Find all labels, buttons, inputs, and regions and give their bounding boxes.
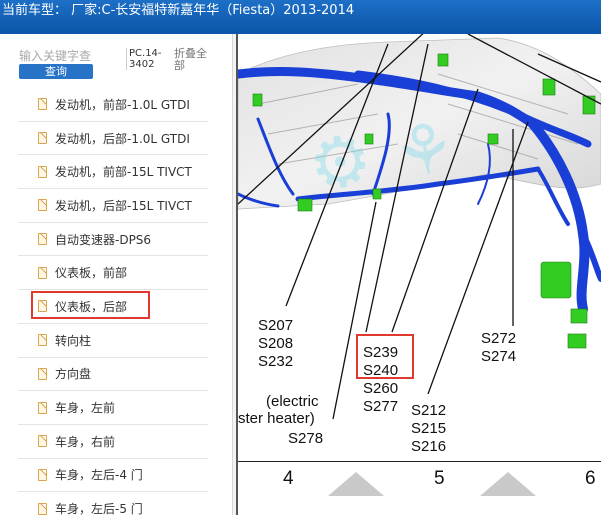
document-icon (38, 132, 47, 145)
tree-item[interactable]: 发动机，前部-15L TIVCT (18, 155, 208, 190)
tree-item[interactable]: 仪表板，前部 (18, 256, 208, 291)
zone-number: 6 (585, 468, 596, 489)
collapse-all-link[interactable]: 折叠全部 (174, 48, 214, 72)
tree-item[interactable]: 车身，右前 (18, 425, 208, 459)
callout-code: S278 (288, 430, 324, 447)
document-icon (38, 401, 47, 414)
search-button[interactable]: 查询 (19, 64, 93, 79)
tree-item-label: 车身，左后-5 门 (55, 502, 143, 515)
tree-item[interactable]: 发动机，后部-15L TIVCT (18, 189, 208, 223)
zone-divider (238, 461, 601, 462)
callout-code: S215 (411, 420, 447, 437)
connector-icon (364, 133, 374, 145)
current-vehicle-title: 当前车型： 厂家:C-长安福特新嘉年华（Fiesta）2013-2014 (2, 3, 355, 18)
callout-note-line: (electric (266, 393, 319, 410)
connector-icon (297, 198, 313, 212)
document-icon (38, 502, 47, 515)
callout-group-a: S207 S208 S232 (258, 317, 293, 371)
component-tree-panel: 查询 PC.14-3402 折叠全部 发动机，前部-1.0L GTDI 发动机，后… (0, 34, 232, 515)
callout-code: S207 (258, 317, 294, 334)
connector-icon (437, 53, 449, 67)
connector-icon (570, 308, 588, 324)
callout-code: S260 (363, 380, 399, 397)
tree-item-label: 转向柱 (55, 333, 92, 348)
tree-item[interactable]: 自动变速器-DPS6 (18, 223, 208, 257)
tree-item[interactable]: 仪表板，后部 (18, 290, 208, 324)
callout-note-2: ster heater) (238, 410, 315, 428)
zone-marker-icon (328, 472, 384, 496)
tree-item[interactable]: 方向盘 (18, 358, 208, 392)
callout-note-code: S278 (288, 430, 323, 448)
document-icon (38, 367, 47, 380)
wiring-diagram[interactable]: ⚙ ⚘ S207 S208 S232 S239 S240 S260 S277 S… (238, 34, 601, 515)
callout-code: S208 (258, 335, 294, 352)
document-icon (38, 199, 47, 212)
callout-code: S277 (363, 398, 399, 415)
zone-number: 4 (283, 468, 294, 489)
component-tree: 发动机，前部-1.0L GTDI 发动机，后部-1.0L GTDI 发动机，前部-1… (18, 88, 208, 515)
callout-code: S216 (411, 438, 447, 455)
tree-item[interactable]: 转向柱 (18, 324, 208, 358)
tree-item[interactable]: 车身，左前 (18, 391, 208, 425)
tree-item[interactable]: 发动机，后部-1.0L GTDI (18, 122, 208, 156)
tree-item-label: 车身，左前 (55, 401, 116, 416)
callout-highlight-box (356, 334, 414, 379)
tree-item-label: 发动机，后部-1.0L GTDI (55, 131, 190, 146)
tree-item[interactable]: 车身，左后-5 门 (18, 492, 208, 515)
tree-item-label: 发动机，前部-15L TIVCT (55, 165, 192, 180)
document-icon (38, 468, 47, 481)
callout-code: S232 (258, 353, 294, 370)
tree-item-label: 发动机，前部-1.0L GTDI (55, 97, 190, 112)
callout-note-line: ster heater) (238, 410, 315, 427)
document-icon (38, 233, 47, 246)
connector-icon (252, 93, 263, 107)
tree-item-label: 车身，左后-4 门 (55, 468, 143, 483)
window-title-bar: 当前车型： 厂家:C-长安福特新嘉年华（Fiesta）2013-2014 (0, 0, 601, 34)
tree-item[interactable]: 车身，左后-4 门 (18, 459, 208, 493)
callout-note: (electric (266, 393, 319, 411)
document-icon (38, 435, 47, 448)
document-icon (38, 165, 47, 178)
document-icon (38, 334, 47, 347)
zone-number: 5 (434, 468, 445, 489)
callout-code: S212 (411, 402, 447, 419)
tree-item-label: 发动机，后部-15L TIVCT (55, 198, 192, 213)
tree-item-label: 自动变速器-DPS6 (55, 232, 152, 247)
connector-icon (487, 133, 499, 145)
document-icon (38, 266, 47, 279)
connector-icon (540, 261, 572, 299)
selection-highlight-box (31, 291, 150, 320)
zone-marker-icon (480, 472, 536, 496)
connector-icon (567, 333, 587, 349)
callout-group-d: S272 S274 (481, 330, 516, 366)
callout-code: S274 (481, 348, 517, 365)
connector-icon (582, 95, 596, 115)
callout-group-c: S212 S215 S216 (411, 402, 446, 456)
callout-code: S272 (481, 330, 517, 347)
connector-icon (542, 78, 556, 96)
tree-item-label: 仪表板，前部 (55, 266, 128, 281)
search-block: 查询 (17, 48, 119, 79)
pc-code-label: PC.14-3402 (126, 48, 169, 70)
tree-item-label: 车身，右前 (55, 434, 116, 449)
document-icon (38, 98, 47, 111)
search-input[interactable] (17, 48, 119, 64)
tree-item-label: 方向盘 (55, 367, 92, 382)
tree-item[interactable]: 发动机，前部-1.0L GTDI (18, 88, 208, 122)
connector-icon (372, 188, 382, 200)
